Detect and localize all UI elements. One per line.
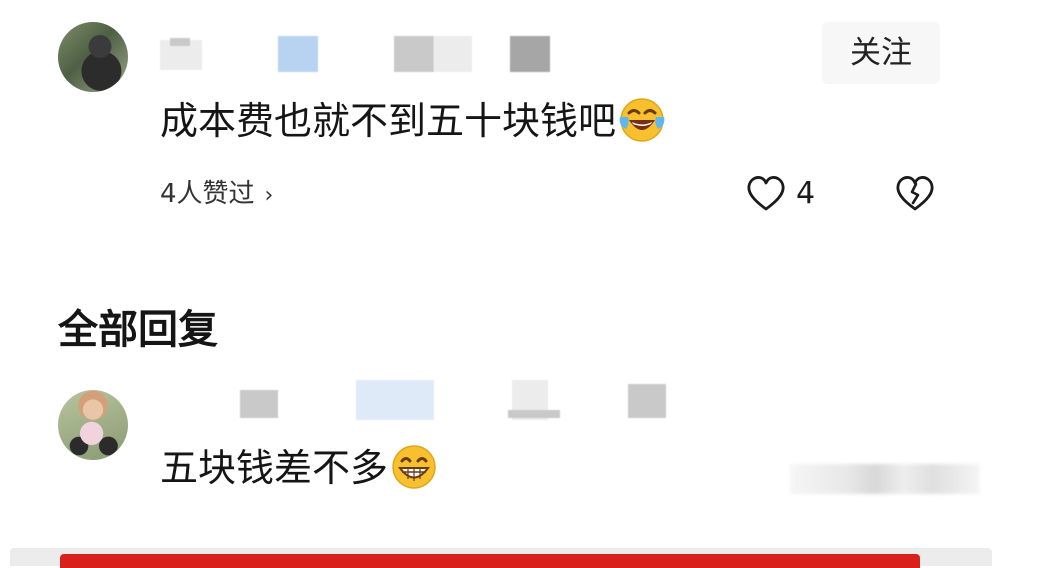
- replier-username-blurred[interactable]: [240, 380, 680, 422]
- comment-text-content: 成本费也就不到五十块钱吧: [160, 99, 617, 143]
- liked-by-text: 4人赞过: [160, 179, 255, 209]
- chevron-right-icon: ›: [264, 183, 274, 208]
- all-replies-heading: 全部回复: [58, 307, 218, 353]
- laughing-tears-emoji-icon: [619, 97, 665, 142]
- like-count: 4: [796, 176, 816, 211]
- grinning-emoji-icon: [392, 444, 436, 489]
- replier-avatar[interactable]: [58, 390, 128, 460]
- commenter-username-blurred[interactable]: [160, 36, 560, 74]
- heart-icon[interactable]: [746, 174, 786, 214]
- blurred-watermark: [790, 464, 980, 494]
- liked-by-link[interactable]: 4人赞过 ›: [160, 174, 273, 216]
- bottom-banner[interactable]: [10, 548, 992, 568]
- commenter-avatar[interactable]: [58, 22, 128, 92]
- follow-button[interactable]: 关注: [822, 22, 940, 84]
- reply-text: 五块钱差不多: [160, 443, 438, 495]
- reply-text-content: 五块钱差不多: [160, 446, 389, 490]
- broken-heart-icon[interactable]: [894, 174, 936, 214]
- comment-text: 成本费也就不到五十块钱吧: [160, 96, 666, 148]
